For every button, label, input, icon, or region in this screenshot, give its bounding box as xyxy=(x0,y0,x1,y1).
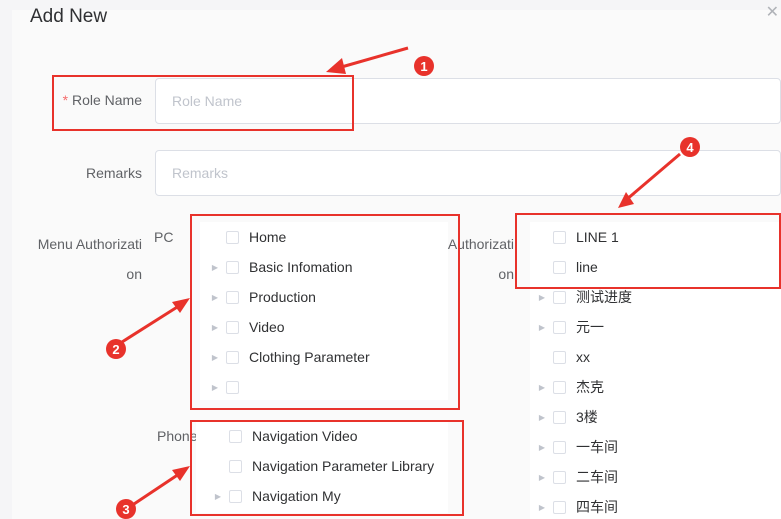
arrow-3 xyxy=(127,470,183,510)
badge-3: 3 xyxy=(116,499,136,519)
arrow-2-head xyxy=(172,298,190,313)
arrow-3-head xyxy=(172,466,190,481)
badge-1: 1 xyxy=(414,56,434,76)
annotation-arrows xyxy=(121,46,681,510)
arrow-1 xyxy=(337,46,409,70)
badge-2: 2 xyxy=(106,339,126,359)
badge-4: 4 xyxy=(680,137,700,157)
arrow-4 xyxy=(625,152,681,202)
arrow-2 xyxy=(121,302,183,344)
arrow-1-head xyxy=(326,58,346,74)
